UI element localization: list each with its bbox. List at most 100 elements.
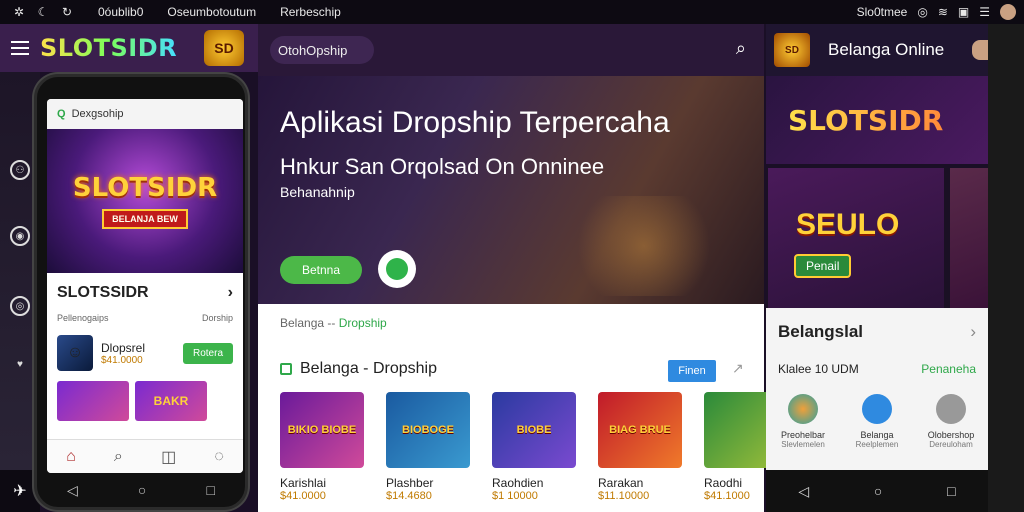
filter-button[interactable]: Finen bbox=[668, 360, 716, 382]
tab-2[interactable]: Oseumbotoutum bbox=[167, 5, 256, 19]
phone-search-bar[interactable]: Q Dexgsohip bbox=[47, 99, 243, 129]
tab-3[interactable]: Rerbeschip bbox=[280, 5, 341, 19]
phone-app-price: $41.0000 bbox=[101, 354, 143, 366]
avatar[interactable] bbox=[1000, 4, 1016, 20]
product-card[interactable]: BIKIO BIOBE Karishlai $41.0000 bbox=[280, 392, 364, 502]
game-card[interactable]: SEULO Penail bbox=[768, 168, 944, 308]
right-banner-title: SLOTSIDR bbox=[788, 103, 944, 137]
product-card[interactable]: BIOBOGE Plashber $14.4680 bbox=[386, 392, 470, 502]
shortcut-icon bbox=[936, 394, 966, 424]
whatsapp-icon[interactable] bbox=[378, 250, 416, 288]
back-icon[interactable]: ◁ bbox=[798, 483, 809, 500]
shortcut-label: Belanga bbox=[860, 430, 894, 440]
share-icon[interactable]: ↗ bbox=[732, 360, 744, 377]
phone-app-name: Dlopsrel bbox=[101, 340, 146, 355]
middle-header: OtohOpship ⌕ bbox=[258, 24, 764, 76]
phone-thumbnails: BAKR bbox=[47, 371, 243, 421]
app-avatar[interactable]: ☺ bbox=[57, 335, 93, 371]
phone-bottom-nav: ⌂ ⌕ ◫ ◌ bbox=[47, 439, 243, 473]
left-app-bar: SLOTSIDR SD bbox=[0, 24, 258, 72]
camera-icon[interactable]: ◎ bbox=[10, 296, 30, 316]
shortcut-item[interactable]: Olobershop Dereuloham bbox=[916, 394, 986, 449]
brand-logo[interactable]: SLOTSIDR bbox=[40, 34, 177, 62]
checkbox[interactable] bbox=[280, 363, 292, 375]
section-title: Belanga - Dropship bbox=[300, 360, 437, 377]
recents-icon[interactable]: □ bbox=[947, 483, 955, 499]
phone-system-nav: ◁ ○ □ bbox=[37, 482, 245, 499]
right-row-right[interactable]: Penaneha bbox=[921, 362, 976, 376]
shortcut-label: Olobershop bbox=[927, 430, 975, 440]
recents-icon[interactable]: □ bbox=[206, 482, 214, 499]
section-header: Belanga - Dropship bbox=[280, 360, 437, 378]
tab-1[interactable]: 0óublib0 bbox=[98, 5, 143, 19]
product-name: Raohdien bbox=[492, 476, 544, 490]
phone-meta-left: Pellenogaips bbox=[57, 313, 109, 323]
shortcut-item[interactable]: Preohelbar Slevlemelen bbox=[768, 394, 838, 449]
settings-icon[interactable]: ✲ bbox=[12, 5, 26, 19]
phone-app-title-row[interactable]: SLOTSSIDR › bbox=[47, 273, 243, 313]
hero-subtitle-2: Behanahnip bbox=[280, 184, 355, 200]
middle-search-pill[interactable]: OtohOpship bbox=[270, 36, 374, 64]
thumbnail-1[interactable] bbox=[57, 381, 129, 421]
product-name: Plashber bbox=[386, 476, 434, 490]
phone-screen: Q Dexgsohip SLOTSIDR BELANJA BEW SLOTSSI… bbox=[47, 99, 243, 473]
shortcut-icon bbox=[788, 394, 818, 424]
back-icon[interactable]: ◁ bbox=[67, 482, 78, 499]
chat-icon[interactable]: ◉ bbox=[10, 226, 30, 246]
breadcrumb-link[interactable]: Dropship bbox=[339, 316, 387, 330]
product-card[interactable]: BIAG BRUE Rarakan $11.10000 bbox=[598, 392, 682, 502]
search-icon[interactable]: ⌕ bbox=[114, 448, 123, 466]
hero-cta-button[interactable]: Betnna bbox=[280, 256, 362, 284]
right-header: SD Belanga Online bbox=[766, 24, 988, 76]
phone-search-placeholder: Dexgsohip bbox=[71, 108, 124, 120]
breadcrumb-prefix: Belanga -- bbox=[280, 316, 339, 330]
people-icon[interactable]: ⚇ bbox=[10, 160, 30, 180]
home-circle-icon[interactable]: ○ bbox=[138, 482, 146, 499]
phone-meta-right: Dorship bbox=[201, 313, 233, 323]
menu-icon[interactable]: ☰ bbox=[979, 5, 990, 19]
app-badge-icon[interactable]: SD bbox=[204, 30, 244, 66]
install-button[interactable]: Rotera bbox=[182, 342, 233, 364]
product-card[interactable]: BIOBE Raohdien $1 10000 bbox=[492, 392, 576, 502]
status-bar: ✲ ☾ ↻ 0óublib0 Oseumbotoutum Rerbeschip … bbox=[0, 0, 1024, 24]
breadcrumb: Belanga -- Dropship bbox=[280, 316, 387, 330]
product-name: Rarakan bbox=[598, 476, 644, 490]
phone-meta: Pellenogaips Dorship bbox=[47, 313, 243, 323]
right-banner[interactable]: SLOTSIDR bbox=[766, 76, 988, 164]
product-price: $14.4680 bbox=[386, 490, 432, 502]
right-info-panel: Belangslal › Klalee 10 UDM Penaneha Preo… bbox=[766, 308, 988, 470]
chevron-right-icon: › bbox=[227, 284, 233, 301]
chat-icon[interactable]: ◌ bbox=[214, 448, 224, 466]
game-button[interactable]: Penail bbox=[794, 254, 852, 278]
phone-hero-title: SLOTSIDR bbox=[72, 173, 218, 203]
battery-icon: ▣ bbox=[957, 5, 970, 19]
shortcut-item[interactable]: Belanga Reelplemen bbox=[842, 394, 912, 449]
home-circle-icon[interactable]: ○ bbox=[874, 483, 882, 499]
thumbnail-2[interactable]: BAKR bbox=[135, 381, 207, 421]
location-icon: ◎ bbox=[917, 5, 928, 19]
product-list: BIKIO BIOBE Karishlai $41.0000 BIOBOGE P… bbox=[280, 392, 788, 502]
product-panel: Belanga -- Dropship Belanga - Dropship F… bbox=[258, 304, 788, 512]
shortcut-icon bbox=[862, 394, 892, 424]
right-row-left: Klalee 10 UDM bbox=[778, 362, 859, 376]
avatar[interactable] bbox=[972, 40, 988, 60]
gift-icon[interactable]: ◫ bbox=[161, 447, 176, 467]
refresh-icon[interactable]: ↻ bbox=[60, 5, 74, 19]
search-icon[interactable]: ⌕ bbox=[736, 38, 746, 59]
right-logo[interactable]: SD bbox=[774, 33, 810, 67]
shortcut-sublabel: Dereuloham bbox=[929, 440, 973, 449]
phone-hero-banner[interactable]: SLOTSIDR BELANJA BEW bbox=[47, 129, 243, 273]
phone-hero-subtitle: BELANJA BEW bbox=[102, 209, 188, 229]
hamburger-menu-icon[interactable] bbox=[0, 24, 40, 72]
right-section-header[interactable]: Belangslal › bbox=[766, 308, 988, 342]
phone-app-title: SLOTSSIDR bbox=[57, 284, 149, 301]
product-image: BIAG BRUE bbox=[598, 392, 682, 468]
game-card[interactable] bbox=[950, 168, 988, 308]
hero-subtitle: Hnkur San Orqolsad On Onninee bbox=[280, 154, 605, 179]
home-icon[interactable]: ⌂ bbox=[66, 448, 76, 466]
status-right-text: Slo0tmee bbox=[856, 5, 908, 19]
right-system-nav: ◁ ○ □ bbox=[766, 470, 988, 512]
product-image: BIKIO BIOBE bbox=[280, 392, 364, 468]
right-edge bbox=[988, 24, 1024, 512]
heart-icon[interactable]: ♥ bbox=[10, 354, 30, 374]
